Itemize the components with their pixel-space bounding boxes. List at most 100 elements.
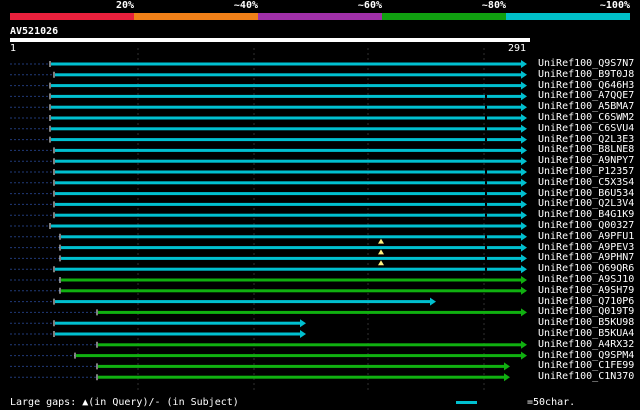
subject-gap-mark — [485, 192, 487, 196]
alignment-bar[interactable] — [55, 192, 522, 196]
hit-label[interactable]: UniRef100_A9PFU1 — [538, 231, 634, 242]
alignment-bar[interactable] — [51, 105, 522, 109]
hit-label[interactable]: UniRef100_A4RX32 — [538, 339, 634, 350]
hit-label[interactable]: UniRef100_C1FE99 — [538, 361, 634, 371]
subject-gap-mark — [485, 202, 487, 206]
alignment-bar[interactable] — [61, 289, 522, 293]
alignment-bar[interactable] — [98, 343, 522, 347]
alignment-arrow — [521, 60, 527, 68]
subject-gap-mark — [485, 256, 487, 260]
alignment-bar[interactable] — [51, 94, 522, 98]
alignment-bar[interactable] — [76, 354, 522, 358]
alignment-bar[interactable] — [55, 159, 522, 163]
alignment-arrow — [521, 211, 527, 220]
hit-label[interactable]: UniRef100_Q00327 — [538, 221, 634, 231]
alignment-arrow — [521, 254, 527, 263]
hit-label[interactable]: UniRef100_C5X3S4 — [538, 177, 634, 188]
alignment-arrow — [521, 92, 527, 101]
alignment-bar[interactable] — [55, 170, 522, 174]
hit-label[interactable]: UniRef100_B5KU98 — [538, 318, 634, 328]
alignment-arrow — [521, 146, 527, 155]
alignment-bar[interactable] — [51, 116, 522, 120]
alignment-arrow — [300, 319, 306, 328]
hit-label[interactable]: UniRef100_Q9SPM4 — [538, 350, 634, 361]
alignment-arrow — [430, 297, 436, 306]
alignment-arrow — [521, 189, 527, 198]
hit-label[interactable]: UniRef100_A9NPY7 — [538, 156, 634, 166]
hit-label[interactable]: UniRef100_Q710P6 — [538, 296, 634, 307]
subject-gap-mark — [485, 235, 487, 239]
hit-label[interactable]: UniRef100_A9PHN7 — [538, 253, 634, 263]
alignment-bar[interactable] — [55, 300, 431, 304]
subject-gap-mark — [485, 105, 487, 109]
hit-label[interactable]: UniRef100_B4G1K9 — [538, 210, 634, 220]
alignment-bar[interactable] — [51, 127, 522, 131]
subject-gap-mark — [485, 94, 487, 98]
hit-label[interactable]: UniRef100_C6SVU4 — [538, 123, 634, 134]
alignment-arrow — [521, 222, 527, 230]
hit-label[interactable]: UniRef100_A5BMA7 — [538, 102, 634, 112]
alignment-bar[interactable] — [51, 62, 522, 66]
alignment-bar[interactable] — [61, 278, 522, 282]
alignment-arrow — [521, 200, 527, 209]
alignment-bar[interactable] — [51, 84, 522, 88]
alignment-bar[interactable] — [55, 267, 522, 271]
alignment-bar[interactable] — [55, 332, 301, 336]
hit-label[interactable]: UniRef100_B5KUA4 — [538, 329, 634, 339]
alignment-bar[interactable] — [61, 256, 522, 260]
alignment-arrow — [521, 157, 527, 166]
alignment-bar[interactable] — [55, 181, 522, 185]
alignment-arrow — [521, 276, 527, 284]
large-gaps-legend: Large gaps: ▲(in Query)/- (in Subject) — [10, 397, 239, 408]
alignment-bar[interactable] — [51, 138, 522, 142]
hit-label[interactable]: UniRef100_C1N370 — [538, 372, 634, 382]
alignment-arrow — [300, 330, 306, 338]
alignment-bar[interactable] — [61, 235, 522, 239]
alignment-bar[interactable] — [51, 224, 522, 228]
alignment-bar[interactable] — [98, 310, 522, 314]
hit-label[interactable]: UniRef100_A7QQE7 — [538, 91, 634, 101]
alignment-bar[interactable] — [98, 364, 505, 368]
alignment-bar[interactable] — [55, 148, 522, 152]
hit-label[interactable]: UniRef100_Q2L3V4 — [538, 199, 634, 209]
alignment-arrow — [521, 81, 527, 90]
alignment-bar[interactable] — [61, 246, 522, 250]
hit-label[interactable]: UniRef100_P12357 — [538, 167, 634, 177]
alignment-arrow — [521, 286, 527, 295]
blast-alignment-view: 20% ~40% ~60% ~80% ~100% AV521026 1 291 … — [0, 0, 640, 410]
alignment-arrow — [521, 308, 527, 317]
alignment-arrow — [521, 232, 527, 241]
subject-gap-mark — [485, 116, 487, 120]
hit-label[interactable]: UniRef100_Q9S7N7 — [538, 59, 634, 69]
subject-gap-mark — [485, 170, 487, 174]
hit-label[interactable]: UniRef100_A9SJ10 — [538, 275, 634, 285]
hit-label[interactable]: UniRef100_A9SH79 — [538, 285, 634, 296]
alignment-arrow — [521, 70, 527, 79]
alignment-bar[interactable] — [98, 375, 505, 379]
hit-label[interactable]: UniRef100_B9T0J8 — [538, 69, 634, 80]
hit-label[interactable]: UniRef100_Q646H3 — [538, 80, 634, 91]
hit-label[interactable]: UniRef100_Q69QR6 — [538, 264, 634, 274]
subject-gap-mark — [485, 181, 487, 185]
alignment-arrow — [521, 178, 527, 187]
alignment-bar[interactable] — [55, 321, 301, 325]
hit-label[interactable]: UniRef100_Q019T9 — [538, 307, 634, 317]
alignment-arrow — [521, 351, 527, 360]
subject-gap-mark — [485, 127, 487, 131]
hit-label[interactable]: UniRef100_B8LNE8 — [538, 145, 634, 155]
alignment-arrow — [504, 373, 510, 382]
scale-legend-text: =50char. — [527, 397, 576, 408]
alignment-arrow — [521, 124, 527, 133]
alignment-bar[interactable] — [55, 213, 522, 217]
alignment-bar[interactable] — [55, 73, 522, 77]
hit-label[interactable]: UniRef100_C6SWM2 — [538, 113, 634, 123]
scale-swatch — [456, 401, 477, 404]
subject-gap-mark — [485, 267, 487, 271]
hit-label[interactable]: UniRef100_A9PEV3 — [538, 242, 634, 253]
hit-label[interactable]: UniRef100_Q2L3E3 — [538, 134, 634, 145]
alignment-arrow — [521, 114, 527, 122]
alignment-arrow — [521, 243, 527, 252]
alignment-bar[interactable] — [55, 202, 522, 206]
query-gap-marker — [378, 238, 384, 244]
hit-label[interactable]: UniRef100_B6U534 — [538, 188, 634, 199]
